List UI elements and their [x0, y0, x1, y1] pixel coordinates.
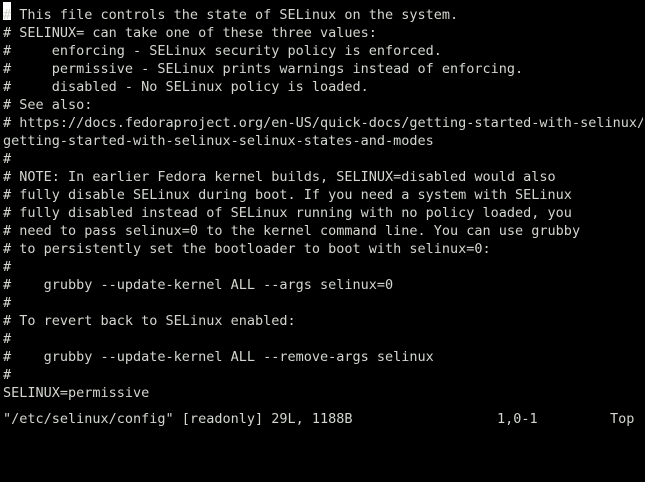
editor-line: # — [3, 367, 12, 383]
editor-line: # — [3, 151, 12, 167]
editor-line: # enforcing - SELinux security policy is… — [3, 43, 442, 59]
status-cursor-position: 1,0-1 — [497, 411, 538, 427]
editor-line: # See also: — [3, 97, 93, 113]
editor-line: # disabled - No SELinux policy is loaded… — [3, 79, 369, 95]
status-file-info: "/etc/selinux/config" [readonly] 29L, 11… — [3, 411, 353, 427]
editor-line: # need to pass selinux=0 to the kernel c… — [3, 223, 581, 239]
editor-line: # to persistently set the bootloader to … — [3, 241, 491, 257]
editor-line: # SELINUX= can take one of these three v… — [3, 25, 377, 41]
editor-line: # To revert back to SELinux enabled: — [3, 313, 296, 329]
editor-text-area[interactable]: # This file controls the state of SELinu… — [3, 6, 643, 402]
editor-line: getting-started-with-selinux-selinux-sta… — [3, 133, 434, 149]
editor-line: # permissive - SELinux prints warnings i… — [3, 61, 524, 77]
editor-line: # grubby --update-kernel ALL --args seli… — [3, 277, 394, 293]
editor-line: # — [3, 295, 12, 311]
editor-line: # fully disable SELinux during boot. If … — [3, 187, 572, 203]
status-line: "/etc/selinux/config" [readonly] 29L, 11… — [3, 410, 643, 428]
editor-line: # fully disabled instead of SELinux runn… — [3, 205, 572, 221]
status-scroll-position: Top — [610, 411, 635, 427]
editor-line: # — [3, 331, 12, 347]
editor-line: # https://docs.fedoraproject.org/en-US/q… — [3, 115, 643, 131]
editor-line: SELINUX=permissive — [3, 385, 150, 401]
editor-line: # NOTE: In earlier Fedora kernel builds,… — [3, 169, 556, 185]
editor-line: # — [3, 259, 12, 275]
editor-line: # grubby --update-kernel ALL --remove-ar… — [3, 349, 434, 365]
editor-line: # This file controls the state of SELinu… — [3, 7, 459, 23]
